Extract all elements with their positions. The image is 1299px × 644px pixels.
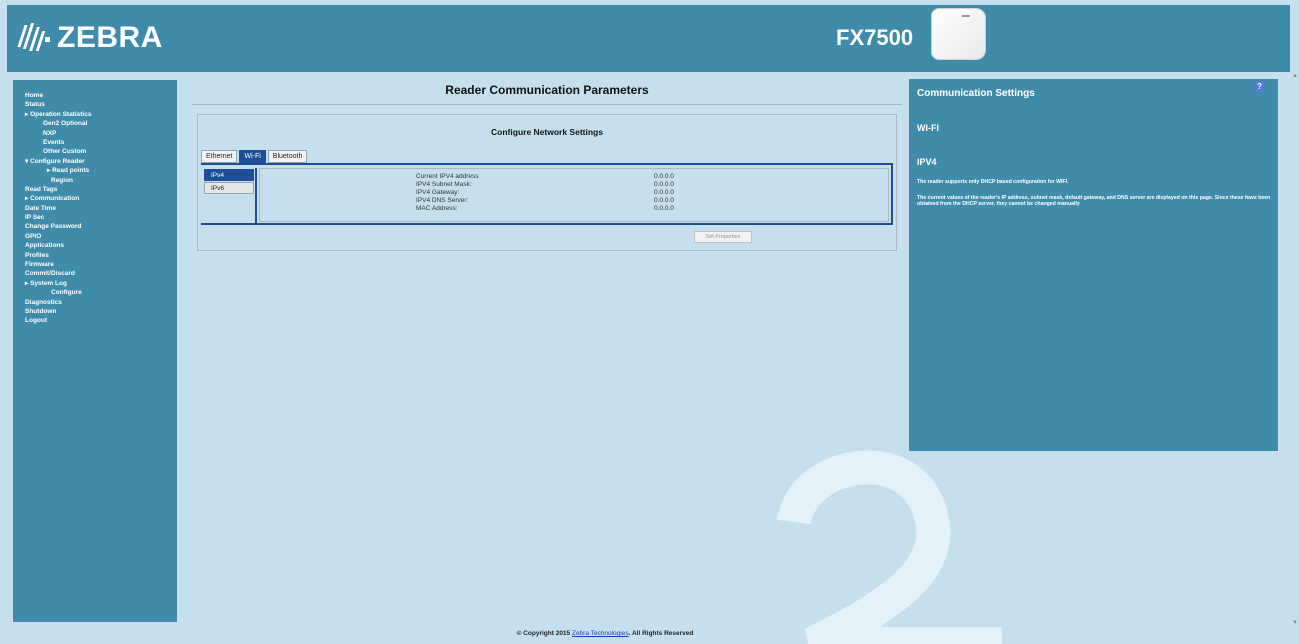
sidebar-item[interactable]: ▸ Communication (13, 194, 177, 203)
field-label: IPV4 Gateway: (416, 189, 460, 196)
help-paragraph: The current values of the reader's IP ad… (917, 195, 1271, 208)
field-value: 0.0.0.0 (654, 181, 674, 188)
field-row: IPV4 Gateway: 0.0.0.0 (260, 189, 888, 197)
sidebar-item[interactable]: Firmware (13, 260, 177, 269)
zebra-head-icon (17, 21, 51, 55)
field-value: 0.0.0.0 (654, 189, 674, 196)
field-label: IPV4 Subnet Mask: (416, 181, 472, 188)
field-row: MAC Address: 0.0.0.0 (260, 205, 888, 213)
sidebar-item[interactable]: ▸ Operation Statistics (13, 110, 177, 119)
footer: © Copyright 2015 Zebra Technologies. All… (0, 630, 1210, 637)
help-panel: ? Communication Settings WI-FI IPV4 The … (909, 79, 1278, 451)
sidebar-item[interactable]: Events (13, 138, 177, 147)
panel-title: Configure Network Settings (491, 127, 603, 137)
help-icon[interactable]: ? (1254, 81, 1265, 92)
scroll-down-icon[interactable]: ▼ (1291, 619, 1299, 627)
network-tabs: Ethernet Wi-Fi Bluetooth (201, 150, 309, 163)
field-row: IPV4 DNS Server: 0.0.0.0 (260, 197, 888, 205)
sidebar-item[interactable]: Logout (13, 316, 177, 325)
sidebar-item[interactable]: Applications (13, 241, 177, 250)
sidebar-item[interactable]: Diagnostics (13, 298, 177, 307)
field-label: MAC Address: (416, 205, 458, 212)
field-value: 0.0.0.0 (654, 173, 674, 180)
tab-bluetooth[interactable]: Bluetooth (267, 150, 308, 163)
help-paragraph: The reader supports only DHCP based conf… (917, 179, 1069, 185)
field-value: 0.0.0.0 (654, 205, 674, 212)
watermark-graphic (777, 450, 1002, 644)
sidebar-nav: Home Status ▸ Operation Statistics Gen2 Opt… (13, 80, 177, 622)
subtab-ipv4[interactable]: IPv4 (204, 169, 254, 181)
page-title: Reader Communication Parameters (445, 83, 649, 97)
sidebar-item[interactable]: Status (13, 100, 177, 109)
scroll-up-icon[interactable]: ▲ (1291, 72, 1299, 80)
help-section-wifi: WI-FI (917, 123, 939, 133)
sidebar-item[interactable]: Other Custom (13, 147, 177, 156)
sidebar-item[interactable]: Region (13, 176, 177, 185)
wifi-tab-content: IPv4 IPv6 Current IPV4 address 0.0.0.0 I… (201, 163, 893, 225)
footer-link-zebra[interactable]: Zebra Technologies (572, 630, 629, 637)
sidebar-item[interactable]: Gen2 Optional (13, 119, 177, 128)
reader-device-image (931, 8, 986, 60)
sidebar-item[interactable]: ▾ Configure Reader (13, 157, 177, 166)
page-scrollbar[interactable]: ▲ ▼ (1291, 72, 1299, 627)
sidebar-item[interactable]: NXP (13, 129, 177, 138)
sidebar-item[interactable]: Configure (13, 288, 177, 297)
sidebar-item[interactable]: Read Tags (13, 185, 177, 194)
footer-rights: . All Rights Reserved (628, 630, 694, 637)
help-section-ipv4: IPV4 (917, 157, 937, 167)
field-label: IPV4 DNS Server: (416, 197, 469, 204)
brand-name: ZEBRA (57, 21, 163, 54)
sidebar-item[interactable]: Commit/Discard (13, 269, 177, 278)
sidebar-item[interactable]: Date Time (13, 204, 177, 213)
ip-version-tabs: IPv4 IPv6 (204, 169, 254, 195)
sidebar-item[interactable]: ▸ System Log (13, 279, 177, 288)
tab-wifi[interactable]: Wi-Fi (239, 150, 266, 163)
sidebar-item[interactable]: ▸ Read points (13, 166, 177, 175)
footer-copyright: © Copyright 2015 (516, 630, 572, 637)
zebra-logo[interactable]: ZEBRA (17, 21, 163, 55)
sidebar-item[interactable]: GPIO (13, 232, 177, 241)
sidebar-item[interactable]: Profiles (13, 251, 177, 260)
field-row: Current IPV4 address 0.0.0.0 (260, 173, 888, 181)
help-title: Communication Settings (917, 88, 1035, 99)
set-properties-button[interactable]: Set Properties (694, 231, 752, 243)
network-settings-panel: Configure Network Settings Ethernet Wi-F… (197, 114, 897, 251)
ipv4-fields: Current IPV4 address 0.0.0.0 IPV4 Subnet… (259, 168, 889, 222)
field-label: Current IPV4 address (416, 173, 479, 180)
title-divider (192, 104, 902, 105)
sidebar-item[interactable]: Shutdown (13, 307, 177, 316)
model-name: FX7500 (836, 25, 914, 50)
header-bar: ZEBRA FX7500 (7, 5, 1290, 72)
tab-ethernet[interactable]: Ethernet (201, 150, 238, 163)
subtab-ipv6[interactable]: IPv6 (204, 182, 254, 194)
field-value: 0.0.0.0 (654, 197, 674, 204)
subtab-divider (255, 168, 257, 224)
field-row: IPV4 Subnet Mask: 0.0.0.0 (260, 181, 888, 189)
sidebar-item[interactable]: Change Password (13, 222, 177, 231)
sidebar-item[interactable]: IP Sec (13, 213, 177, 222)
sidebar-item[interactable]: Home (13, 91, 177, 100)
